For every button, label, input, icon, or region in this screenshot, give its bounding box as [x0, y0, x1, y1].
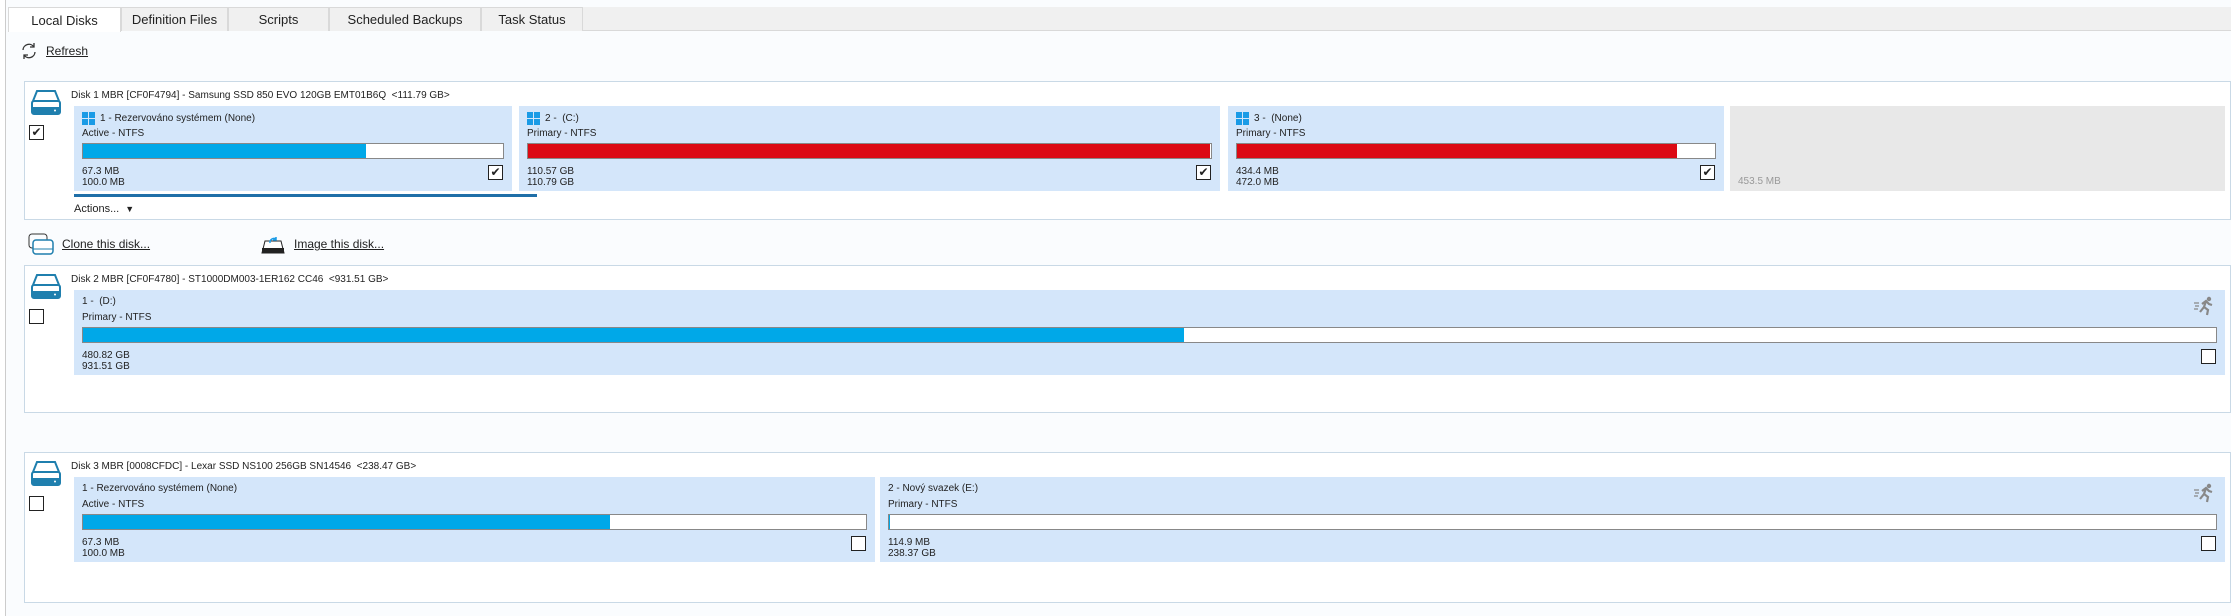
- windows-icon: [1236, 112, 1249, 125]
- disk-title: Disk 2 MBR [CF0F4780] - ST1000DM003-1ER1…: [71, 274, 389, 285]
- tab-bar: Local Disks Definition Files Scripts Sch…: [8, 7, 2231, 32]
- partition-checkbox[interactable]: [2201, 349, 2216, 364]
- partition-title-row: 1 - Rezervováno systémem (None): [82, 112, 255, 125]
- usage-bar-fill: [83, 515, 610, 529]
- disk-panel: Disk 3 MBR [0008CFDC] - Lexar SSD NS100 …: [24, 452, 2231, 603]
- partition-checkbox[interactable]: ✔: [488, 165, 503, 180]
- total-size: 472.0 MB: [1236, 177, 1279, 188]
- usage-bar: [888, 514, 2217, 530]
- partition-title: 1 - (D:): [82, 296, 116, 307]
- disk-icon: [31, 89, 61, 115]
- disk-checkbox[interactable]: [29, 496, 44, 511]
- usage-bar: [1236, 143, 1716, 159]
- disk-checkbox[interactable]: ✔: [29, 125, 44, 140]
- tab-task-status[interactable]: Task Status: [481, 7, 583, 31]
- usage-bar-fill: [83, 144, 366, 158]
- partition-checkbox[interactable]: [851, 536, 866, 551]
- total-size: 931.51 GB: [82, 361, 130, 372]
- selected-partition-indicator: [74, 194, 537, 197]
- clone-disk-label: Clone this disk...: [62, 237, 151, 251]
- partition-sizes: 67.3 MB 100.0 MB: [82, 166, 125, 188]
- tab-definition-files[interactable]: Definition Files: [121, 7, 228, 31]
- unallocated-size: 453.5 MB: [1738, 176, 1781, 187]
- actions-dropdown[interactable]: Actions... ▼: [74, 203, 134, 215]
- disk-title: Disk 3 MBR [0008CFDC] - Lexar SSD NS100 …: [71, 461, 417, 472]
- image-disk-label: Image this disk...: [294, 237, 385, 251]
- partition-sizes: 67.3 MB 100.0 MB: [82, 537, 125, 559]
- partition-type: Active - NTFS: [82, 128, 145, 139]
- usage-bar-fill: [528, 144, 1210, 158]
- partition-title: 2 - Nový svazek (E:): [888, 483, 979, 494]
- partition-checkbox[interactable]: [2201, 536, 2216, 551]
- used-size: 67.3 MB: [82, 537, 120, 548]
- used-size: 434.4 MB: [1236, 166, 1279, 177]
- partition-title-row: 3 - (None): [1236, 112, 1302, 125]
- partition[interactable]: 1 - (D:) Primary - NTFS 480.82 GB 931.51 …: [74, 290, 2225, 375]
- disk-panel: Disk 2 MBR [CF0F4780] - ST1000DM003-1ER1…: [24, 265, 2231, 413]
- partition-type: Active - NTFS: [82, 499, 145, 510]
- dropdown-arrow-icon: ▼: [125, 204, 135, 214]
- windows-icon: [82, 112, 95, 125]
- refresh-button[interactable]: Refresh: [20, 42, 88, 60]
- partition[interactable]: 1 - Rezervováno systémem (None) Active -…: [74, 477, 875, 562]
- left-border: [0, 0, 6, 616]
- partition-sizes: 434.4 MB 472.0 MB: [1236, 166, 1279, 188]
- partition-sizes: 114.9 MB 238.37 GB: [888, 537, 936, 559]
- disk-title: Disk 1 MBR [CF0F4794] - Samsung SSD 850 …: [71, 90, 450, 101]
- usage-bar-fill: [1237, 144, 1677, 158]
- used-size: 67.3 MB: [82, 166, 120, 177]
- used-size: 480.82 GB: [82, 350, 130, 361]
- usage-bar: [82, 327, 2217, 343]
- partition-sizes: 110.57 GB 110.79 GB: [527, 166, 574, 188]
- actions-label: Actions...: [74, 203, 120, 215]
- partition[interactable]: 1 - Rezervováno systémem (None) Active -…: [74, 106, 512, 191]
- partition-type: Primary - NTFS: [527, 128, 597, 139]
- refresh-label: Refresh: [46, 44, 89, 58]
- partition-type: Primary - NTFS: [82, 312, 152, 323]
- tab-scheduled-backups[interactable]: Scheduled Backups: [329, 7, 481, 31]
- disk-icon: [31, 273, 61, 299]
- windows-icon: [527, 112, 540, 125]
- used-size: 110.57 GB: [527, 166, 575, 177]
- refresh-icon: [22, 43, 36, 59]
- usage-bar-fill: [889, 515, 890, 529]
- disk-panel: Disk 1 MBR [CF0F4794] - Samsung SSD 850 …: [24, 81, 2231, 220]
- partition-type: Primary - NTFS: [1236, 128, 1306, 139]
- partition-title: 2 - (C:): [545, 113, 579, 124]
- partition-title-row: 1 - Rezervováno systémem (None): [82, 483, 237, 494]
- running-man-icon[interactable]: [2193, 483, 2215, 503]
- partition-title: 1 - Rezervováno systémem (None): [82, 483, 238, 494]
- usage-bar: [82, 514, 867, 530]
- partition-title: 1 - Rezervováno systémem (None): [100, 113, 256, 124]
- usage-bar-fill: [83, 328, 1184, 342]
- partition-sizes: 480.82 GB 931.51 GB: [82, 350, 130, 372]
- usage-bar: [527, 143, 1212, 159]
- partition-title-row: 2 - Nový svazek (E:): [888, 483, 978, 494]
- tab-scripts[interactable]: Scripts: [228, 7, 329, 31]
- total-size: 238.37 GB: [888, 548, 936, 559]
- partition[interactable]: 2 - Nový svazek (E:) Primary - NTFS 114.…: [880, 477, 2225, 562]
- image-disk-link[interactable]: Image this disk...: [260, 233, 384, 255]
- disk-checkbox[interactable]: [29, 309, 44, 324]
- partition-title: 3 - (None): [1254, 113, 1302, 124]
- clone-disk-icon: [28, 233, 54, 255]
- used-size: 114.9 MB: [888, 537, 931, 548]
- partition-checkbox[interactable]: ✔: [1700, 165, 1715, 180]
- running-man-icon[interactable]: [2193, 296, 2215, 316]
- image-disk-icon: [261, 237, 285, 254]
- tab-local-disks[interactable]: Local Disks: [8, 7, 121, 32]
- usage-bar: [82, 143, 504, 159]
- partition-checkbox[interactable]: ✔: [1196, 165, 1211, 180]
- total-size: 100.0 MB: [82, 177, 125, 188]
- total-size: 100.0 MB: [82, 548, 125, 559]
- total-size: 110.79 GB: [527, 177, 575, 188]
- partition-title-row: 1 - (D:): [82, 296, 116, 307]
- unallocated-space[interactable]: 453.5 MB: [1730, 106, 2225, 191]
- partition-type: Primary - NTFS: [888, 499, 958, 510]
- partition-title-row: 2 - (C:): [527, 112, 579, 125]
- disk-icon: [31, 460, 61, 486]
- partition[interactable]: 3 - (None) Primary - NTFS 434.4 MB 472.0 …: [1228, 106, 1724, 191]
- partition[interactable]: 2 - (C:) Primary - NTFS 110.57 GB 110.79 …: [519, 106, 1220, 191]
- clone-disk-link[interactable]: Clone this disk...: [28, 233, 150, 255]
